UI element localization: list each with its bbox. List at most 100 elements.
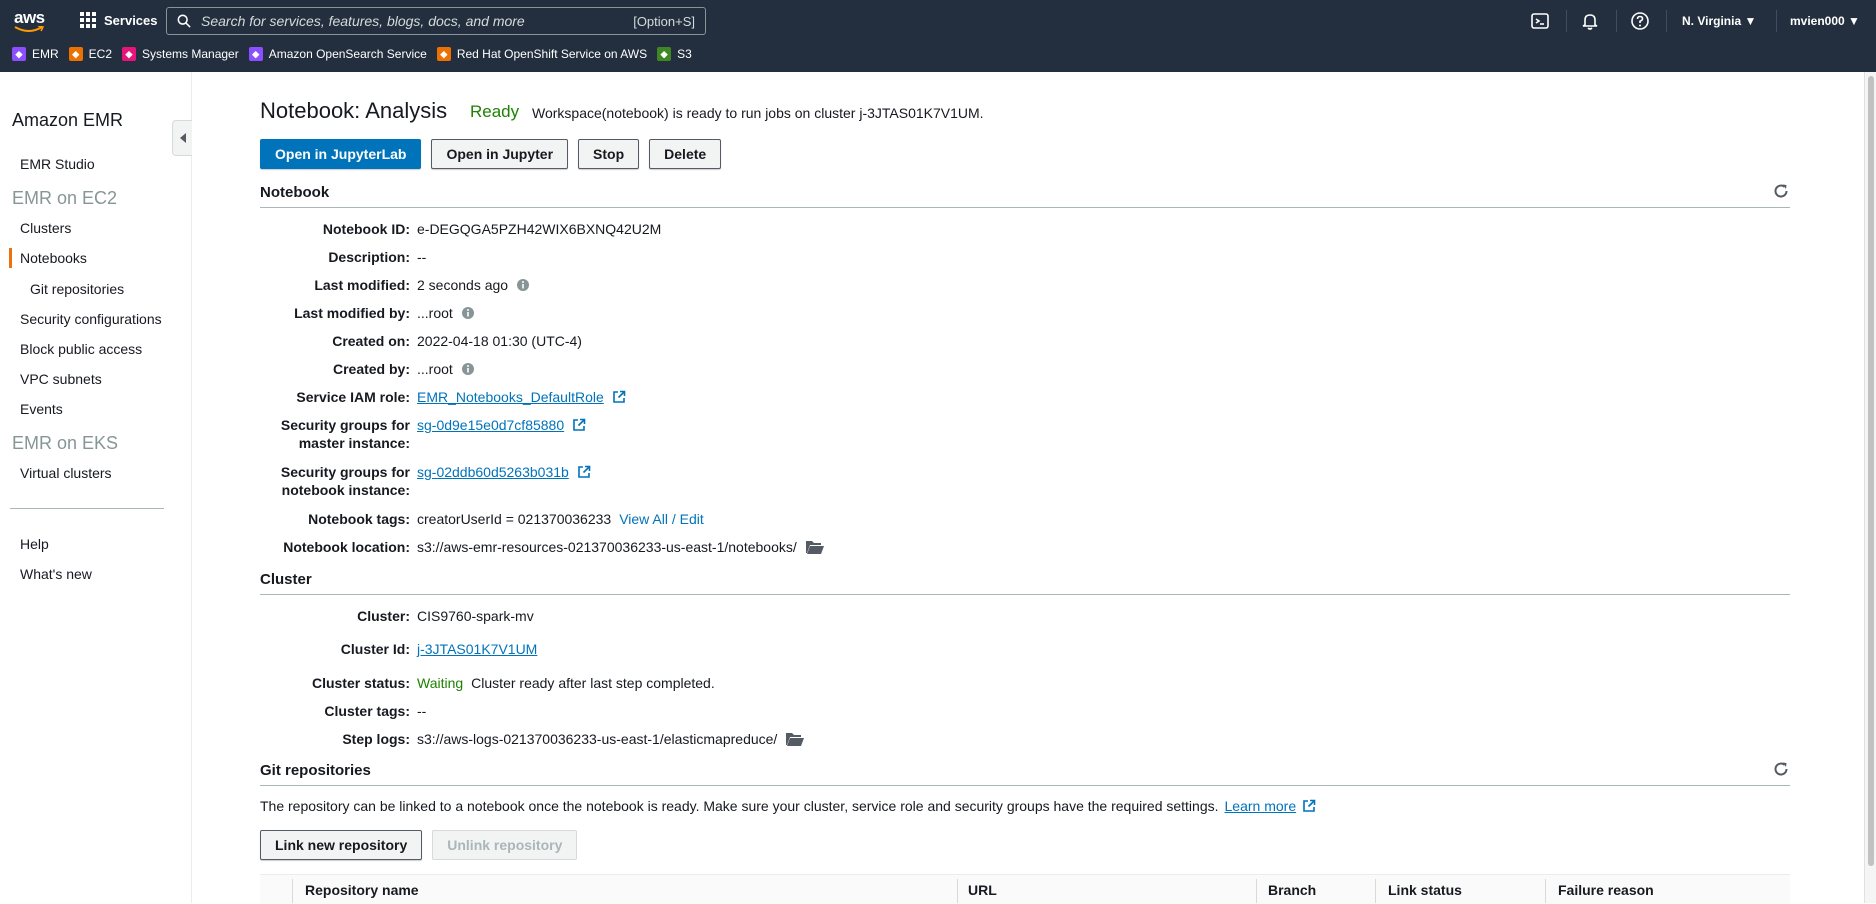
open-in-jupyter-button[interactable]: Open in Jupyter xyxy=(431,139,569,169)
region-selector[interactable]: N. Virginia ▼ xyxy=(1682,14,1756,28)
external-link-icon[interactable] xyxy=(612,390,626,404)
column-separator xyxy=(1545,879,1546,903)
service-role-label: Service IAM role: xyxy=(296,389,410,405)
notebook-section-header: Notebook xyxy=(260,184,1790,208)
sidebar-item-block-public-access[interactable]: Block public access xyxy=(20,341,142,357)
page-scrollbar[interactable] xyxy=(1864,72,1876,903)
notebook-location-label: Notebook location: xyxy=(283,539,410,555)
description-label: Description: xyxy=(328,249,410,265)
column-header-url[interactable]: URL xyxy=(968,882,997,898)
favorite-amazon-opensearch-service[interactable]: ◆ Amazon OpenSearch Service xyxy=(248,47,427,61)
favorite-label: EMR xyxy=(32,47,59,61)
cluster-id-link[interactable]: j-3JTAS01K7V1UM xyxy=(417,640,537,658)
cluster-status-label: Cluster status: xyxy=(311,675,410,691)
favorite-red-hat-openshift-service-on-aws[interactable]: ◆ Red Hat OpenShift Service on AWS xyxy=(436,47,648,61)
column-header-branch[interactable]: Branch xyxy=(1268,882,1316,898)
favorite-systems-manager[interactable]: ◆ Systems Manager xyxy=(122,47,239,61)
aws-logo[interactable]: aws xyxy=(14,8,48,34)
sidebar-item-help[interactable]: Help xyxy=(20,536,49,552)
external-link-icon[interactable] xyxy=(572,418,586,432)
info-icon[interactable] xyxy=(461,362,475,376)
cloudshell-icon[interactable] xyxy=(1530,11,1550,31)
notebook-actions: Open in JupyterLab Open in Jupyter Stop … xyxy=(260,139,722,169)
search-input[interactable] xyxy=(201,13,634,29)
main-content: Notebook: Analysis Ready Workspace(noteb… xyxy=(260,72,1790,904)
account-menu[interactable]: mvien000 ▼ xyxy=(1790,14,1860,28)
sidebar-item-emr-studio[interactable]: EMR Studio xyxy=(20,156,95,172)
cluster-name-label: Cluster: xyxy=(357,608,410,624)
favorite-label: Red Hat OpenShift Service on AWS xyxy=(456,47,648,61)
open-in-jupyterlab-button[interactable]: Open in JupyterLab xyxy=(260,139,422,169)
security-groups-master-label-line2: master instance: xyxy=(298,435,410,451)
sidebar-item-vpc-subnets[interactable]: VPC subnets xyxy=(20,371,102,387)
column-header-failure-reason[interactable]: Failure reason xyxy=(1558,882,1654,898)
column-separator xyxy=(957,879,958,903)
refresh-icon[interactable] xyxy=(1772,182,1790,200)
scrollbar-thumb[interactable] xyxy=(1868,76,1874,866)
service-icon: ◆ xyxy=(657,47,672,61)
learn-more-link[interactable]: Learn more xyxy=(1225,798,1297,814)
folder-open-icon[interactable] xyxy=(785,731,805,747)
favorite-s3[interactable]: ◆ S3 xyxy=(657,47,692,61)
link-new-repository-button[interactable]: Link new repository xyxy=(260,830,423,860)
favorite-label: Systems Manager xyxy=(142,47,239,61)
refresh-icon[interactable] xyxy=(1772,760,1790,778)
service-icon: ◆ xyxy=(12,47,26,61)
favorite-label: EC2 xyxy=(88,47,113,61)
git-repositories-table-header: Repository name URL Branch Link status F… xyxy=(260,874,1790,904)
last-modified-value: 2 seconds ago xyxy=(417,277,509,293)
help-icon[interactable] xyxy=(1630,11,1650,31)
git-description: The repository can be linked to a notebo… xyxy=(260,798,1316,814)
sidebar-item-whats-new[interactable]: What's new xyxy=(20,566,92,582)
last-modified-by-label: Last modified by: xyxy=(294,305,410,321)
page-title: Notebook: Analysis xyxy=(260,98,448,123)
created-on-label: Created on: xyxy=(332,333,410,349)
cluster-status-badge: Waiting xyxy=(417,675,464,691)
cluster-name-value: CIS9760-spark-mv xyxy=(417,608,534,624)
favorite-ec2[interactable]: ◆ EC2 xyxy=(68,47,113,61)
caret-left-icon xyxy=(179,133,186,143)
column-header-repository-name[interactable]: Repository name xyxy=(305,882,419,898)
search-shortcut-hint: [Option+S] xyxy=(633,13,695,29)
search-bar[interactable]: [Option+S] xyxy=(166,7,706,35)
cluster-tags-label: Cluster tags: xyxy=(324,703,410,719)
sidebar-item-notebooks[interactable]: Notebooks xyxy=(20,250,87,266)
stop-button[interactable]: Stop xyxy=(578,139,640,169)
security-groups-master-label-line1: Security groups for xyxy=(280,417,410,433)
git-description-text: The repository can be linked to a notebo… xyxy=(260,798,1219,814)
service-role-link[interactable]: EMR_Notebooks_DefaultRole xyxy=(417,388,604,406)
external-link-icon[interactable] xyxy=(577,465,591,479)
delete-button[interactable]: Delete xyxy=(649,139,722,169)
sidebar-item-clusters[interactable]: Clusters xyxy=(20,220,71,236)
security-groups-notebook-label: Security groups for notebook instance: xyxy=(260,463,410,499)
sidebar-group-emr-on-ec2: EMR on EC2 xyxy=(12,188,118,208)
service-icon: ◆ xyxy=(248,47,263,61)
sidebar-item-virtual-clusters[interactable]: Virtual clusters xyxy=(20,465,112,481)
sidebar-title: Amazon EMR xyxy=(12,110,124,130)
aws-smile-icon xyxy=(14,26,44,32)
git-section-header: Git repositories xyxy=(260,762,1790,786)
view-all-edit-tags-link[interactable]: View All / Edit xyxy=(619,510,704,528)
favorite-emr[interactable]: ◆ EMR xyxy=(12,47,59,61)
folder-open-icon[interactable] xyxy=(805,539,825,555)
column-separator xyxy=(1256,879,1257,903)
search-icon xyxy=(177,14,191,28)
sidebar-item-events[interactable]: Events xyxy=(20,401,63,417)
services-menu-button[interactable]: Services xyxy=(80,12,158,28)
notebook-id-value: e-DEGQGA5PZH42WIX6BXNQ42U2M xyxy=(417,221,662,237)
security-group-master-link[interactable]: sg-0d9e15e0d7cf85880 xyxy=(417,416,564,434)
favorite-label: S3 xyxy=(677,47,692,61)
external-link-icon[interactable] xyxy=(1302,799,1316,813)
top-navigation-bar: aws Services [Option+S] xyxy=(0,0,1876,72)
sidebar-item-git-repositories[interactable]: Git repositories xyxy=(30,281,124,297)
info-icon[interactable] xyxy=(461,306,475,320)
sidebar-item-security-configurations[interactable]: Security configurations xyxy=(20,311,162,327)
security-group-notebook-link[interactable]: sg-02ddb60d5263b031b xyxy=(417,463,569,481)
notifications-bell-icon[interactable] xyxy=(1580,11,1600,31)
notebook-location-value: s3://aws-emr-resources-021370036233-us-e… xyxy=(417,539,797,555)
service-icon: ◆ xyxy=(436,47,451,61)
security-groups-notebook-label-line2: notebook instance: xyxy=(281,482,410,498)
info-icon[interactable] xyxy=(516,278,530,292)
column-header-link-status[interactable]: Link status xyxy=(1388,882,1462,898)
sidebar-collapse-button[interactable] xyxy=(172,120,192,156)
